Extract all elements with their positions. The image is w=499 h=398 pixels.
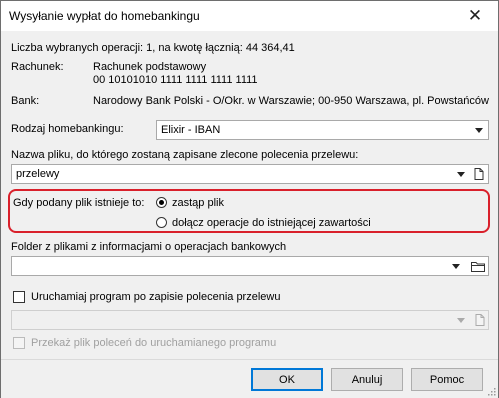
replace-file-radio[interactable]: [156, 197, 167, 208]
radio-selected-dot: [159, 200, 164, 205]
file-name-label: Nazwa pliku, do którego zostaną zapisane…: [11, 149, 359, 161]
document-icon: [472, 311, 488, 329]
folder-dropdown-icon[interactable]: [452, 264, 460, 269]
operations-summary: Liczba wybranych operacji: 1, na kwotę ł…: [11, 42, 295, 54]
ok-button[interactable]: OK: [251, 368, 323, 391]
homebanking-type-select[interactable]: Elixir - IBAN: [156, 120, 489, 140]
account-label: Rachunek:: [11, 61, 64, 73]
run-program-checkbox[interactable]: [13, 291, 25, 303]
homebanking-type-value: Elixir - IBAN: [161, 124, 221, 136]
resize-grip-icon[interactable]: [486, 386, 496, 396]
if-exists-label: Gdy podany plik istnieje to:: [13, 197, 145, 209]
dialog-window: Wysyłanie wypłat do homebankingu ✕ Liczb…: [0, 0, 499, 398]
bank-label: Bank:: [11, 95, 40, 107]
account-name: Rachunek podstawowy: [93, 61, 207, 73]
folder-icon[interactable]: [467, 257, 488, 275]
cancel-button[interactable]: Anuluj: [331, 368, 403, 391]
file-name-value: przelewy: [16, 168, 60, 180]
operations-count-label: Liczba wybranych operacji:: [11, 42, 144, 54]
run-program-label[interactable]: Uruchamiaj program po zapisie polecenia …: [31, 291, 280, 303]
help-button[interactable]: Pomoc: [411, 368, 483, 391]
chevron-down-icon: [475, 128, 483, 133]
homebanking-type-label: Rodzaj homebankingu:: [11, 123, 124, 135]
title-bar[interactable]: Wysyłanie wypłat do homebankingu ✕: [1, 1, 498, 31]
close-button[interactable]: ✕: [452, 1, 498, 31]
file-name-dropdown-icon[interactable]: [457, 172, 465, 177]
pass-file-label: Przekaż plik poleceń do uruchamianego pr…: [31, 337, 277, 349]
program-path-combo: [11, 310, 489, 330]
close-icon: ✕: [467, 6, 483, 25]
file-name-combo[interactable]: przelewy: [11, 164, 489, 184]
append-operations-radio[interactable]: [156, 217, 167, 228]
operations-amount: 44 364,41: [245, 42, 295, 54]
document-icon[interactable]: [469, 165, 488, 183]
append-operations-label[interactable]: dołącz operacje do istniejącej zawartośc…: [172, 217, 371, 229]
folder-combo[interactable]: [11, 256, 489, 276]
dialog-footer: OK Anuluj Pomoc: [1, 359, 498, 398]
window-title: Wysyłanie wypłat do homebankingu: [9, 9, 200, 23]
bank-value: Narodowy Bank Polski - O/Okr. w Warszawi…: [93, 95, 489, 107]
operations-amount-label: na kwotę łącznią:: [158, 42, 243, 54]
program-dropdown-icon: [457, 318, 465, 323]
pass-file-checkbox: [13, 337, 25, 349]
account-number: 00 10101010 1111 1111 1111 1111: [93, 74, 258, 86]
replace-file-label[interactable]: zastąp plik: [172, 197, 224, 209]
folder-label: Folder z plikami z informacjami o operac…: [11, 241, 287, 253]
